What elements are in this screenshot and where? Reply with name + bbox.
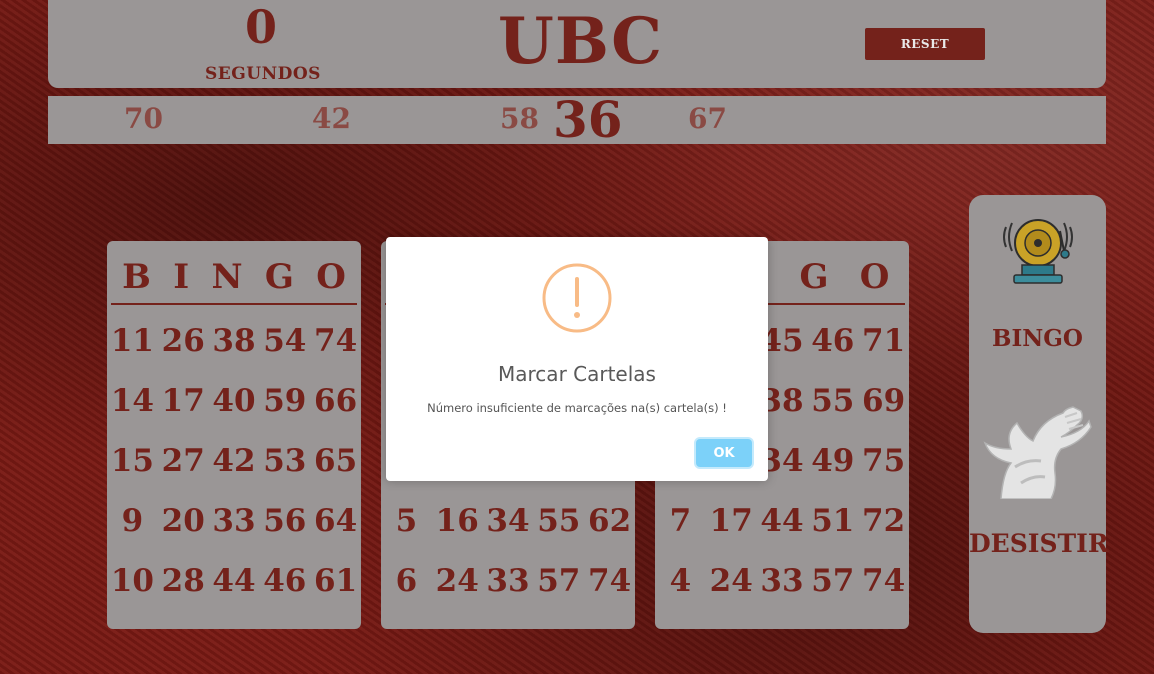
card-letter: G: [799, 257, 829, 297]
card-cell[interactable]: 65: [310, 431, 361, 491]
card-cell[interactable]: 33: [483, 551, 534, 611]
card-cell[interactable]: 54: [259, 311, 310, 371]
dialog-message: Número insuficiente de marcações na(s) c…: [427, 401, 727, 415]
card-cell[interactable]: 4: [655, 551, 706, 611]
top-bar: 0 SEGUNDOS UBC RESET: [48, 0, 1106, 88]
card-cell[interactable]: 34: [483, 491, 534, 551]
ok-button[interactable]: OK: [696, 439, 752, 467]
card-header: B I N G O: [111, 251, 357, 305]
card-cell[interactable]: 74: [858, 551, 909, 611]
timer-label: SEGUNDOS: [205, 64, 321, 84]
card-cell[interactable]: 57: [533, 551, 584, 611]
card-cell[interactable]: 38: [209, 311, 260, 371]
card-cell[interactable]: 15: [107, 431, 158, 491]
side-panel: BINGO DESISTIR: [969, 195, 1109, 633]
card-cell[interactable]: 75: [858, 431, 909, 491]
white-flag-hand-icon[interactable]: [981, 403, 1093, 499]
card-cell[interactable]: 33: [209, 491, 260, 551]
card-cell[interactable]: 59: [259, 371, 310, 431]
timer-value: 0: [244, 0, 277, 54]
card-cell[interactable]: 56: [259, 491, 310, 551]
card-cell[interactable]: 74: [584, 551, 635, 611]
card-letter: O: [859, 257, 890, 297]
card-cell[interactable]: 61: [310, 551, 361, 611]
card-cell[interactable]: 11: [107, 311, 158, 371]
card-cell[interactable]: 20: [158, 491, 209, 551]
reset-button[interactable]: RESET: [865, 28, 985, 60]
card-cell[interactable]: 53: [259, 431, 310, 491]
card-cell[interactable]: 64: [310, 491, 361, 551]
bingo-button[interactable]: BINGO: [969, 325, 1106, 352]
alert-dialog: Marcar Cartelas Número insuficiente de m…: [386, 237, 768, 481]
card-letter: I: [173, 257, 190, 297]
card-cell[interactable]: 33: [757, 551, 808, 611]
card-cell[interactable]: 40: [209, 371, 260, 431]
drawn-numbers-bar: 70 42 58 36 67: [48, 90, 1106, 149]
warning-icon: [542, 263, 612, 333]
card-cell[interactable]: 9: [107, 491, 158, 551]
card-grid: 11 26 38 54 74 14 17 40 59 66 15 27 42 53 65 9 20 33 56 64 1…: [107, 311, 361, 619]
card-cell[interactable]: 57: [807, 551, 858, 611]
card-cell[interactable]: 17: [706, 491, 757, 551]
card-cell[interactable]: 6: [381, 551, 432, 611]
card-cell[interactable]: 44: [209, 551, 260, 611]
drawn-number: 70: [124, 102, 163, 135]
card-letter: N: [211, 257, 243, 297]
bingo-card-1: B I N G O 11 26 38 54 74 14 17 40 59 66 15 27 42 53 65…: [107, 241, 361, 629]
card-cell[interactable]: 44: [757, 491, 808, 551]
card-letter: G: [264, 257, 294, 297]
card-cell[interactable]: 62: [584, 491, 635, 551]
card-cell[interactable]: 46: [259, 551, 310, 611]
card-cell[interactable]: 24: [432, 551, 483, 611]
card-cell[interactable]: 14: [107, 371, 158, 431]
card-cell[interactable]: 26: [158, 311, 209, 371]
app-logo: UBC: [498, 4, 664, 79]
card-cell[interactable]: 46: [807, 311, 858, 371]
card-cell[interactable]: 49: [807, 431, 858, 491]
card-cell[interactable]: 55: [533, 491, 584, 551]
card-cell[interactable]: 51: [807, 491, 858, 551]
card-cell[interactable]: 10: [107, 551, 158, 611]
card-cell[interactable]: 42: [209, 431, 260, 491]
drawn-number: 42: [312, 102, 351, 135]
card-cell[interactable]: 16: [432, 491, 483, 551]
card-letter: O: [316, 257, 346, 297]
quit-button[interactable]: DESISTIR: [969, 529, 1109, 558]
drawn-number: 58: [500, 102, 539, 135]
card-cell[interactable]: 5: [381, 491, 432, 551]
card-cell[interactable]: 17: [158, 371, 209, 431]
card-cell[interactable]: 55: [807, 371, 858, 431]
card-cell[interactable]: 24: [706, 551, 757, 611]
dialog-title: Marcar Cartelas: [498, 362, 656, 386]
card-cell[interactable]: 7: [655, 491, 706, 551]
card-cell[interactable]: 28: [158, 551, 209, 611]
card-cell[interactable]: 27: [158, 431, 209, 491]
bell-icon[interactable]: [1000, 213, 1076, 285]
drawn-number: 67: [688, 102, 727, 135]
card-cell[interactable]: 71: [858, 311, 909, 371]
card-cell[interactable]: 66: [310, 371, 361, 431]
current-drawn-number: 36: [553, 90, 623, 149]
card-cell[interactable]: 72: [858, 491, 909, 551]
card-cell[interactable]: 69: [858, 371, 909, 431]
card-cell[interactable]: 74: [310, 311, 361, 371]
card-letter: B: [122, 257, 151, 297]
